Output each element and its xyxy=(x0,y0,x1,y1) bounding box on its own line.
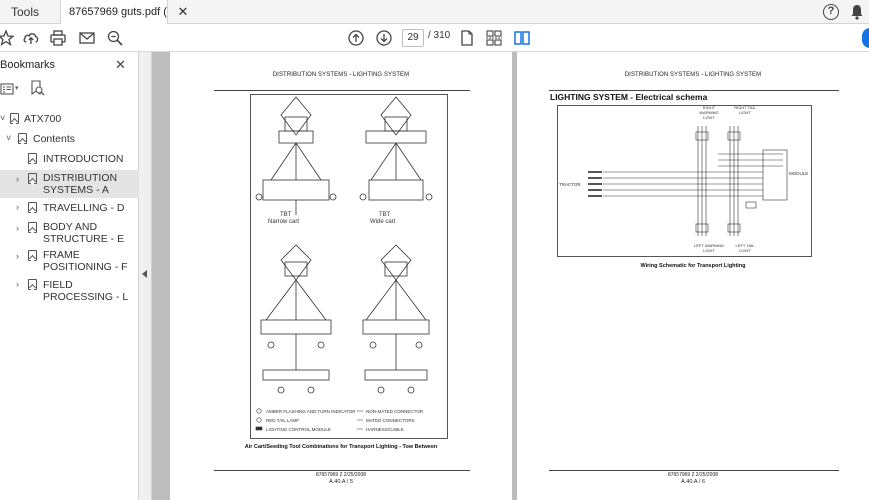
chevron-down-icon[interactable]: ˅ xyxy=(0,113,5,123)
figure-caption: Wiring Schematic for Transport Lighting xyxy=(640,263,746,269)
pdf-page-left: DISTRIBUTION SYSTEMS - LIGHTING SYSTEM T… xyxy=(170,52,512,500)
bookmark-search-icon[interactable] xyxy=(29,80,45,96)
footer-rule xyxy=(214,470,470,471)
header-rule xyxy=(214,90,470,91)
label-wide-tbt: TBT xyxy=(379,212,391,218)
two-page-view-icon[interactable] xyxy=(513,29,531,47)
label-module: MODULE xyxy=(789,171,809,176)
document-view[interactable]: DISTRIBUTION SYSTEMS - LIGHTING SYSTEM T… xyxy=(152,52,869,500)
bookmark-label: BODY AND STRUCTURE - E xyxy=(43,221,125,245)
bookmark-label: Contents xyxy=(33,133,76,145)
bookmark-label: TRAVELLING - D xyxy=(43,202,125,214)
tab-tools[interactable]: Tools xyxy=(0,0,50,24)
cart-diagram-drawing xyxy=(255,96,433,431)
bookmarks-title: Bookmarks xyxy=(0,59,56,71)
close-panel-icon[interactable]: ✕ xyxy=(115,57,126,73)
footer-code: 87657969 2 2/25/2008 xyxy=(667,472,719,478)
bookmark-icon xyxy=(28,222,37,233)
page-header: DISTRIBUTION SYSTEMS - LIGHTING SYSTEM xyxy=(272,72,410,78)
document-icon[interactable] xyxy=(458,29,476,47)
bookmark-label: ATX700 xyxy=(24,113,62,125)
bookmark-icon xyxy=(28,173,37,184)
bookmark-icon xyxy=(28,279,37,290)
figure-caption: Air Cart/Seeding Tool Combinations for T… xyxy=(244,444,438,450)
bookmarks-panel: Bookmarks ✕ ▾ ˅ ATX700 ˅ Contents INTROD… xyxy=(0,52,139,500)
page-down-icon[interactable] xyxy=(375,29,393,47)
bookmark-travelling[interactable]: › TRAVELLING - D xyxy=(0,199,139,217)
legend-mated: MATED CONNECTORS xyxy=(366,418,415,423)
page-number-input[interactable]: 29 xyxy=(402,29,424,47)
chevron-right-icon[interactable]: › xyxy=(16,202,19,212)
bookmark-tools: ▾ xyxy=(0,78,139,100)
bookmark-icon xyxy=(18,133,27,144)
page-total: / 310 xyxy=(428,30,451,41)
bookmark-label: FIELD PROCESSING - L xyxy=(43,279,129,303)
page-up-icon[interactable] xyxy=(347,29,365,47)
chevron-right-icon[interactable]: › xyxy=(16,174,19,184)
footer-page-number: A.40.A / 5 xyxy=(329,479,353,485)
bookmark-field-processing[interactable]: › FIELD PROCESSING - L xyxy=(0,276,139,303)
legend-non-mated: NON-MATED CONNECTOR xyxy=(366,409,424,414)
chevron-right-icon[interactable]: › xyxy=(16,223,19,233)
page-header: DISTRIBUTION SYSTEMS - LIGHTING SYSTEM xyxy=(624,72,762,78)
email-icon[interactable] xyxy=(78,29,96,47)
label-tractor: TRACTOR xyxy=(559,182,581,187)
main-toolbar: 29 / 310 xyxy=(0,24,869,52)
star-icon[interactable] xyxy=(0,29,15,47)
section-title: LIGHTING SYSTEM - Electrical schema xyxy=(550,92,708,102)
label-right-warning-light: RIGHT WARNING LIGHT xyxy=(699,105,719,120)
label-left-tail-light: LEFT TAIL LIGHT xyxy=(735,243,755,253)
bookmark-frame-positioning[interactable]: › FRAME POSITIONING - F xyxy=(0,247,139,275)
chevron-down-icon[interactable]: ▾ xyxy=(15,84,19,92)
bookmark-icon xyxy=(28,250,37,261)
tab-close-icon[interactable]: ✕ xyxy=(176,5,190,19)
print-icon[interactable] xyxy=(49,29,67,47)
scroll-mode-icon[interactable] xyxy=(485,29,503,47)
legend-red: RED TAIL LAMP xyxy=(266,418,300,423)
bookmark-label: FRAME POSITIONING - F xyxy=(43,249,128,273)
footer-rule xyxy=(549,470,839,471)
tab-bar: Tools 87657969 guts.pdf (... ✕ ? xyxy=(0,0,869,24)
bookmark-distribution-systems[interactable]: › DISTRIBUTION SYSTEMS - A xyxy=(0,170,139,198)
bookmark-label: INTRODUCTION xyxy=(43,153,124,165)
bookmark-icon xyxy=(28,153,37,164)
panel-collapse-strip[interactable] xyxy=(139,52,152,500)
zoom-search-icon[interactable] xyxy=(106,29,124,47)
cart-diagram xyxy=(250,94,448,439)
help-icon[interactable]: ? xyxy=(823,4,839,20)
bookmark-contents[interactable]: ˅ Contents xyxy=(0,130,139,148)
label-left-warning-light: LEFT WARNING LIGHT xyxy=(694,243,725,253)
wiring-schematic xyxy=(557,105,812,257)
footer-code: 87657969 2 2/25/2008 xyxy=(315,472,367,478)
bookmark-label: DISTRIBUTION SYSTEMS - A xyxy=(43,172,118,196)
footer-page-number: A.40.A / 6 xyxy=(681,479,705,485)
label-narrow-cart: Narrow cart xyxy=(268,219,300,225)
bookmark-icon xyxy=(28,202,37,213)
chevron-right-icon[interactable]: › xyxy=(16,279,19,289)
label-right-tail-light: RIGHT TAIL LIGHT xyxy=(734,105,756,115)
legend-harness: HARNESS/CABLE xyxy=(366,427,404,432)
bookmark-atx700[interactable]: ˅ ATX700 xyxy=(0,110,139,128)
pdf-page-right: DISTRIBUTION SYSTEMS - LIGHTING SYSTEM L… xyxy=(517,52,869,500)
wiring-schematic-drawing xyxy=(588,126,788,236)
bell-icon[interactable] xyxy=(850,4,864,20)
collapse-left-icon[interactable] xyxy=(142,270,147,278)
chevron-right-icon[interactable]: › xyxy=(16,251,19,261)
bookmark-introduction[interactable]: INTRODUCTION xyxy=(0,150,139,168)
upload-cloud-icon[interactable] xyxy=(22,29,40,47)
label-wide-cart: Wide cart xyxy=(370,219,396,225)
bookmark-body-structure[interactable]: › BODY AND STRUCTURE - E xyxy=(0,219,139,247)
legend-module: LIGHTING CONTROL MODULE xyxy=(266,427,331,432)
legend-amber: AMBER FLASHING AND TURN INDICATOR xyxy=(266,409,356,414)
tab-document[interactable]: 87657969 guts.pdf (... xyxy=(60,0,168,24)
list-options-icon[interactable] xyxy=(0,82,14,96)
share-button[interactable] xyxy=(862,28,869,48)
label-narrow-tbt: TBT xyxy=(280,212,292,218)
bookmark-icon xyxy=(10,113,19,124)
header-rule xyxy=(549,90,839,91)
chevron-down-icon[interactable]: ˅ xyxy=(6,133,11,143)
